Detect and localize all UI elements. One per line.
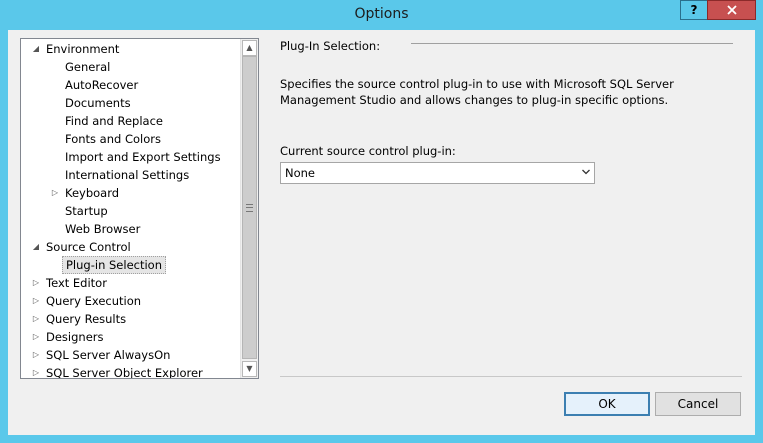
collapsed-arrow-icon[interactable]: ▷ (31, 292, 41, 310)
collapsed-arrow-icon[interactable]: ▷ (31, 364, 41, 378)
window-title: Options (354, 6, 409, 22)
tree-item[interactable]: ▷ Designers (21, 328, 241, 346)
chevron-down-icon (582, 169, 590, 175)
tree-item-label: Find and Replace (65, 114, 163, 128)
grip-icon (246, 204, 253, 212)
tree-item-label: International Settings (65, 168, 190, 182)
tree-item-label: General (65, 60, 111, 74)
close-icon (726, 5, 737, 15)
heading-divider (411, 43, 733, 44)
tree-item-label: Source Control (46, 240, 131, 254)
section-heading: Plug-In Selection: (280, 39, 381, 53)
tree-item-label: Environment (46, 42, 120, 56)
scroll-down-button[interactable]: ▼ (242, 361, 257, 377)
collapsed-arrow-icon[interactable]: ▷ (31, 310, 41, 328)
description-text: Specifies the source control plug-in to … (280, 77, 674, 107)
collapsed-arrow-icon[interactable]: ▷ (31, 328, 41, 346)
tree-item-label: SQL Server AlwaysOn (46, 348, 171, 362)
dialog-body: ◢ Environment General AutoRecover Documents F… (8, 30, 755, 435)
plugin-combo[interactable]: None (280, 162, 595, 184)
footer-divider (280, 376, 742, 377)
collapsed-arrow-icon[interactable]: ▷ (31, 346, 41, 364)
tree-item[interactable]: AutoRecover (21, 76, 241, 94)
tree-item[interactable]: ▷ Text Editor (21, 274, 241, 292)
scroll-thumb[interactable] (242, 56, 257, 359)
tree-item-label: Documents (65, 96, 131, 110)
tree-item-label: Query Results (46, 312, 127, 326)
plugin-combo-value: None (285, 166, 316, 180)
tree-item-label: Plug-in Selection (62, 256, 167, 274)
title-bar[interactable]: Options ? (0, 0, 763, 30)
tree-item-label: Web Browser (65, 222, 141, 236)
tree-scrollbar[interactable]: ▲ ▼ (240, 39, 258, 378)
tree-item-label: Keyboard (65, 186, 120, 200)
collapsed-arrow-icon[interactable]: ▷ (50, 184, 60, 202)
tree-item[interactable]: Documents (21, 94, 241, 112)
close-button[interactable] (707, 0, 756, 20)
tree-item[interactable]: General (21, 58, 241, 76)
cancel-button[interactable]: Cancel (655, 392, 741, 416)
plugin-combo-label: Current source control plug-in: (280, 144, 456, 158)
tree-item[interactable]: Startup (21, 202, 241, 220)
tree-item[interactable]: International Settings (21, 166, 241, 184)
tree-item[interactable]: ▷ Keyboard (21, 184, 241, 202)
tree-list: ◢ Environment General AutoRecover Documents F… (21, 40, 241, 379)
tree-item-label: AutoRecover (65, 78, 139, 92)
tree-item-label: Query Execution (46, 294, 142, 308)
tree-item-label: Fonts and Colors (65, 132, 161, 146)
help-button[interactable]: ? (680, 0, 707, 20)
expanded-arrow-icon[interactable]: ◢ (31, 40, 41, 58)
ok-button[interactable]: OK (564, 392, 650, 416)
tree-item[interactable]: ◢ Environment (21, 40, 241, 58)
tree-item[interactable]: ▷ SQL Server Object Explorer (21, 364, 241, 379)
scroll-up-button[interactable]: ▲ (242, 40, 257, 56)
tree-item[interactable]: ▷ Query Results (21, 310, 241, 328)
options-tree[interactable]: ◢ Environment General AutoRecover Documents F… (20, 38, 259, 379)
tree-item[interactable]: ▷ Query Execution (21, 292, 241, 310)
tree-item[interactable]: Find and Replace (21, 112, 241, 130)
tree-item-label: SQL Server Object Explorer (46, 366, 203, 379)
options-dialog: Options ? ◢ Environment General AutoRecover… (0, 0, 763, 443)
tree-item-label: Designers (46, 330, 104, 344)
expanded-arrow-icon[interactable]: ◢ (31, 238, 41, 256)
tree-item-label: Import and Export Settings (65, 150, 221, 164)
collapsed-arrow-icon[interactable]: ▷ (31, 274, 41, 292)
tree-item[interactable]: Web Browser (21, 220, 241, 238)
tree-item[interactable]: Fonts and Colors (21, 130, 241, 148)
tree-item-label: Startup (65, 204, 108, 218)
tree-item[interactable]: Import and Export Settings (21, 148, 241, 166)
tree-item-selected[interactable]: Plug-in Selection (21, 256, 241, 274)
tree-item[interactable]: ▷ SQL Server AlwaysOn (21, 346, 241, 364)
tree-item-label: Text Editor (46, 276, 107, 290)
tree-item[interactable]: ◢ Source Control (21, 238, 241, 256)
